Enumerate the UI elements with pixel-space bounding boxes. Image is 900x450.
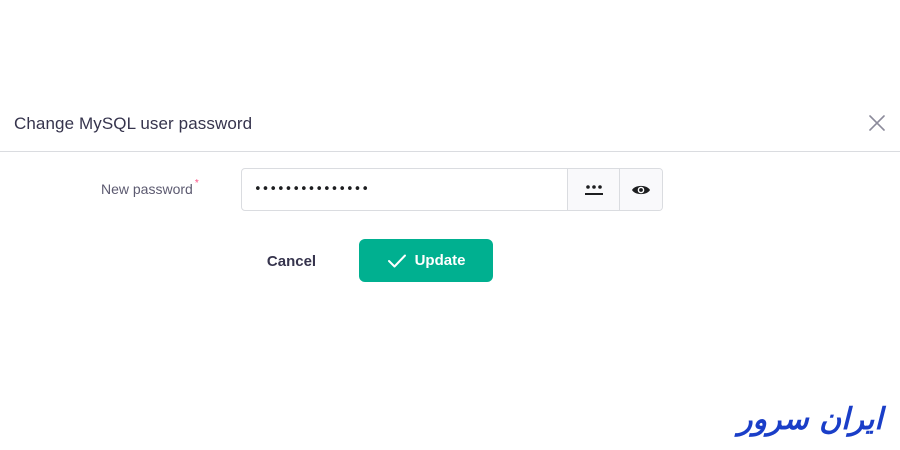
- cancel-button[interactable]: Cancel: [245, 240, 338, 282]
- dots-password-icon: [584, 184, 603, 195]
- password-field[interactable]: [242, 169, 567, 210]
- new-password-label: New password *: [101, 178, 199, 197]
- generate-password-button[interactable]: [567, 169, 619, 210]
- new-password-label-text: New password: [101, 181, 193, 197]
- dialog-title: Change MySQL user password: [14, 114, 253, 133]
- update-button[interactable]: Update: [359, 239, 493, 282]
- eye-icon: [632, 185, 650, 194]
- password-input-group: [241, 168, 663, 211]
- close-button[interactable]: [868, 114, 886, 132]
- close-icon: [869, 115, 885, 131]
- check-icon: [387, 254, 406, 267]
- brand-logo: ایران سرور: [738, 402, 884, 437]
- required-mark: *: [194, 178, 199, 189]
- update-button-label: Update: [414, 252, 466, 269]
- toggle-visibility-button[interactable]: [619, 169, 662, 210]
- dialog-header: Change MySQL user password: [0, 100, 900, 152]
